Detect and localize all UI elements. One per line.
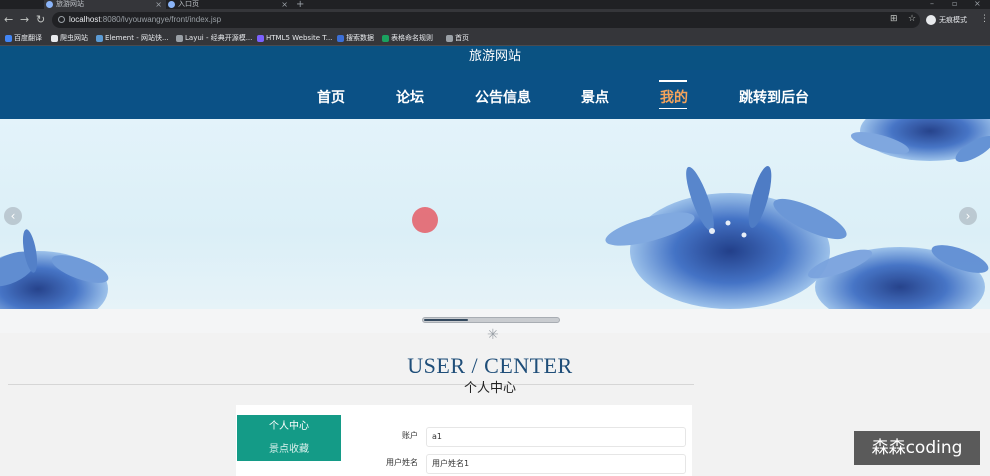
bookmark-item[interactable]: 首页 [445, 31, 469, 46]
nav-forum[interactable]: 论坛 [396, 87, 424, 107]
bookmark-item[interactable]: Layui - 经典开源模... [175, 31, 252, 46]
bookmark-icon [257, 35, 264, 42]
browser-tab-1[interactable]: 旅游网站 × [44, 0, 166, 9]
bookmark-item[interactable]: 爬虫网站 [50, 31, 88, 46]
nav-attractions[interactable]: 景点 [581, 87, 609, 107]
carousel-prev-arrow-icon[interactable]: ‹ [4, 207, 22, 225]
bookmark-label: 首页 [455, 34, 469, 42]
browser-tab-2[interactable]: 入口页 × [166, 0, 292, 9]
menu-dots-icon[interactable]: ⋮ [980, 14, 989, 24]
name-label: 用户姓名 [386, 458, 418, 467]
star-icon[interactable]: ☆ [908, 14, 916, 24]
nav-active-indicator [659, 80, 687, 82]
form-row-account: 账户 a1 [376, 427, 686, 447]
bookmark-item[interactable]: 表格命名规则 [381, 31, 433, 46]
account-field[interactable]: a1 [426, 427, 686, 447]
side-item-favorites[interactable]: 景点收藏 [237, 438, 341, 461]
profile-button[interactable]: 无痕模式 [926, 14, 972, 26]
pointer-highlight [412, 207, 438, 233]
bookmark-label: 爬虫网站 [60, 34, 88, 42]
bookmark-icon [51, 35, 58, 42]
bookmark-item[interactable]: 百度翻译 [4, 31, 42, 46]
bookmarks-bar: 百度翻译 爬虫网站 Element - 网站快... Layui - 经典开源模… [0, 31, 990, 46]
nav-home[interactable]: 首页 [317, 87, 345, 107]
carousel-progress-fill [424, 319, 468, 321]
site-header: 旅游网站 [0, 46, 990, 70]
bookmark-label: 搜索数据 [346, 34, 374, 42]
url-host: localhost [69, 15, 101, 24]
bookmark-icon [382, 35, 389, 42]
tab-label: 旅游网站 [56, 0, 84, 8]
user-center-title: USER / CENTER [407, 353, 573, 378]
tab-favicon-icon [46, 1, 53, 8]
url-path: :8080/lvyouwangye/front/index.jsp [100, 15, 222, 24]
bookmark-label: Element - 网站快... [105, 34, 169, 42]
user-center-section: USER / CENTER 个人中心 个人中心 景点收藏 账户 a1 用户姓名 … [0, 333, 990, 476]
bookmark-icon [96, 35, 103, 42]
browser-tab-bar: 旅游网站 × 入口页 × + – ▫ × [0, 0, 990, 10]
nav-mine[interactable]: 我的 [660, 87, 688, 107]
nav-admin[interactable]: 跳转到后台 [739, 87, 809, 107]
form-row-name: 用户姓名 用户姓名1 [376, 454, 686, 474]
browser-toolbar: ← → ↻ localhost:8080/lvyouwangye/front/i… [0, 9, 990, 31]
tab-label: 入口页 [178, 0, 199, 8]
site-info-icon[interactable] [58, 16, 65, 23]
bookmark-icon [337, 35, 344, 42]
window-close-button[interactable]: × [974, 0, 981, 8]
bookmark-label: 表格命名规则 [391, 34, 433, 42]
profile-label: 无痕模式 [939, 16, 967, 24]
maximize-button[interactable]: ▫ [952, 0, 957, 8]
tab-close-icon[interactable]: × [155, 0, 162, 9]
bookmark-item[interactable]: HTML5 Website T... [256, 31, 332, 46]
bookmark-label: Layui - 经典开源模... [185, 34, 253, 42]
carousel-progress[interactable] [422, 317, 560, 323]
user-center-panel: 个人中心 景点收藏 账户 a1 用户姓名 用户姓名1 [236, 405, 692, 476]
nav-announcements[interactable]: 公告信息 [475, 87, 531, 107]
name-field[interactable]: 用户姓名1 [426, 454, 686, 474]
bookmark-label: HTML5 Website T... [266, 34, 333, 42]
bookmark-label: 百度翻译 [14, 34, 42, 42]
incognito-icon [926, 15, 936, 25]
translate-icon[interactable]: ⊞ [890, 14, 898, 24]
main-nav: 首页 论坛 公告信息 景点 我的 跳转到后台 [0, 70, 990, 119]
tab-close-icon[interactable]: × [281, 0, 288, 9]
forward-arrow-icon[interactable]: → [20, 13, 29, 26]
tab-favicon-icon [168, 1, 175, 8]
nav-active-underline [659, 108, 687, 109]
address-bar[interactable]: localhost:8080/lvyouwangye/front/index.j… [52, 12, 920, 28]
user-center-subtitle: 个人中心 [463, 381, 516, 396]
watermark: 森森coding [854, 431, 980, 465]
banner-carousel[interactable]: ‹ › [0, 119, 990, 309]
bookmark-icon [5, 35, 12, 42]
bookmark-icon [446, 35, 453, 42]
loading-spinner-icon: ✳ [487, 327, 499, 343]
side-item-profile[interactable]: 个人中心 [237, 415, 341, 438]
bookmark-icon [176, 35, 183, 42]
banner-image [0, 119, 990, 309]
minimize-button[interactable]: – [930, 0, 934, 8]
account-label: 账户 [402, 431, 418, 440]
site-title: 旅游网站 [468, 49, 521, 64]
carousel-next-arrow-icon[interactable]: › [959, 207, 977, 225]
bookmark-item[interactable]: 搜索数据 [336, 31, 374, 46]
back-arrow-icon[interactable]: ← [4, 13, 13, 26]
side-menu: 个人中心 景点收藏 [237, 415, 341, 461]
bookmark-item[interactable]: Element - 网站快... [95, 31, 169, 46]
reload-icon[interactable]: ↻ [36, 13, 45, 26]
